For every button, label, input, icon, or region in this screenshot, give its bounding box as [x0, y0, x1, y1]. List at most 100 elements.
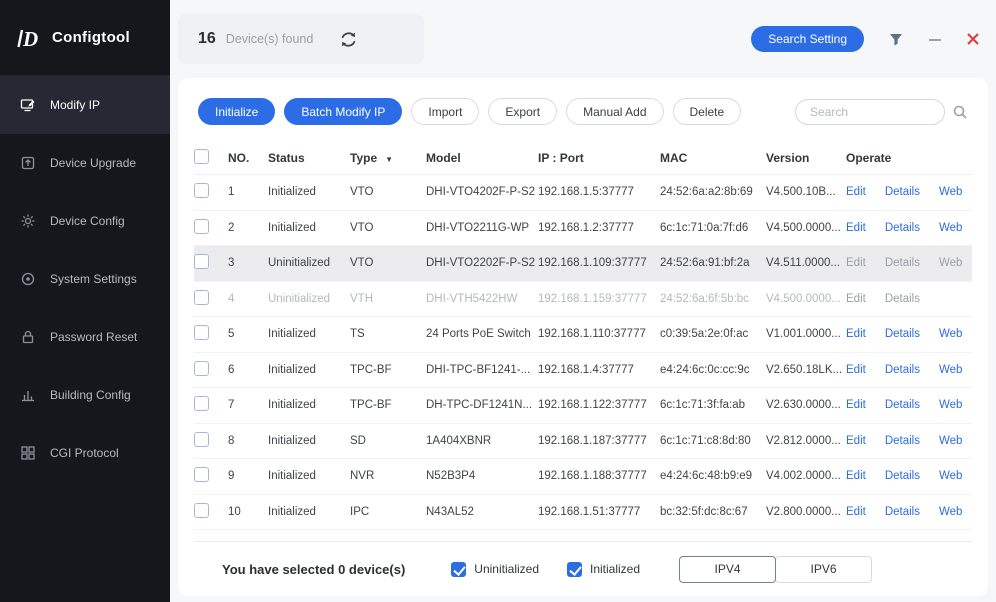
- row-no: 9: [228, 470, 235, 483]
- op-web-link[interactable]: Web: [939, 506, 962, 518]
- row-status: Initialized: [268, 221, 316, 234]
- uninitialized-label: Uninitialized: [474, 562, 539, 576]
- op-details-link[interactable]: Details: [885, 257, 920, 269]
- filter-button[interactable]: [888, 32, 904, 47]
- op-web-link[interactable]: Web: [939, 364, 962, 376]
- initialize-button[interactable]: Initialize: [198, 98, 276, 125]
- table-row: 5 Initialized TS 24 Ports PoE Switch 192…: [194, 317, 972, 353]
- op-edit-link[interactable]: Edit: [846, 257, 866, 269]
- row-operate: Edit Details Web: [846, 328, 972, 340]
- row-checkbox[interactable]: [194, 254, 209, 270]
- op-edit-link[interactable]: Edit: [846, 186, 866, 198]
- row-mac: e4:24:6c:0c:cc:9c: [660, 363, 750, 376]
- row-operate: Edit Details Web: [846, 399, 972, 411]
- row-checkbox[interactable]: [194, 218, 209, 234]
- row-status: Initialized: [268, 328, 316, 341]
- row-checkbox[interactable]: [194, 431, 209, 447]
- op-edit-link[interactable]: Edit: [846, 364, 866, 376]
- export-button[interactable]: Export: [488, 98, 558, 125]
- col-mac: MAC: [660, 150, 688, 165]
- op-web-link[interactable]: Web: [939, 328, 962, 340]
- table-row: 9 Initialized NVR N52B3P4 192.168.1.188:…: [194, 459, 972, 495]
- op-details-link[interactable]: Details: [885, 470, 920, 482]
- search-icon[interactable]: [952, 104, 968, 120]
- row-status: Initialized: [268, 434, 316, 447]
- table-row: 3 Uninitialized VTO DHI-VTO2202F-P-S2 19…: [194, 246, 972, 282]
- row-version: V2.650.18LK...: [766, 363, 843, 376]
- op-details-link[interactable]: Details: [885, 328, 920, 340]
- op-web-link[interactable]: Web: [939, 399, 962, 411]
- system-settings-icon: [21, 272, 35, 286]
- row-ip-port: 192.168.1.51:37777: [538, 505, 641, 518]
- row-checkbox[interactable]: [194, 502, 209, 518]
- op-details-link[interactable]: Details: [885, 435, 920, 447]
- search-input[interactable]: [795, 98, 945, 125]
- row-ip-port: 192.168.1.122:37777: [538, 399, 647, 412]
- table-row: 1 Initialized VTO DHI-VTO4202F-P-S2 192.…: [194, 175, 972, 211]
- row-checkbox[interactable]: [194, 467, 209, 483]
- row-checkbox[interactable]: [194, 325, 209, 341]
- op-edit-link[interactable]: Edit: [846, 328, 866, 340]
- chevron-down-icon[interactable]: ▼: [385, 155, 393, 164]
- row-checkbox[interactable]: [194, 289, 209, 305]
- cgi-protocol-icon: [21, 446, 35, 460]
- op-edit-link[interactable]: Edit: [846, 222, 866, 234]
- uninitialized-filter: Uninitialized: [451, 561, 539, 577]
- op-web-link[interactable]: Web: [939, 470, 962, 482]
- row-checkbox[interactable]: [194, 183, 209, 199]
- sidebar-item-password-reset[interactable]: Password Reset: [0, 308, 170, 366]
- row-version: V4.500.0000...: [766, 221, 841, 234]
- op-edit-link[interactable]: Edit: [846, 470, 866, 482]
- row-ip-port: 192.168.1.110:37777: [538, 328, 646, 341]
- initialized-checkbox[interactable]: [567, 561, 582, 577]
- sidebar-item-label: Password Reset: [50, 330, 138, 344]
- manual-add-button[interactable]: Manual Add: [566, 98, 664, 125]
- op-edit-link[interactable]: Edit: [846, 506, 866, 518]
- op-web-link[interactable]: Web: [939, 186, 962, 198]
- sidebar-item-system-settings[interactable]: System Settings: [0, 250, 170, 308]
- row-checkbox[interactable]: [194, 360, 209, 376]
- row-version: V2.812.0000...: [766, 434, 841, 447]
- sidebar-item-cgi-protocol[interactable]: CGI Protocol: [0, 424, 170, 482]
- op-details-link[interactable]: Details: [885, 364, 920, 376]
- select-all-checkbox[interactable]: [194, 148, 209, 164]
- app-window: D Configtool Modify IP Device Upgrade De…: [0, 0, 996, 602]
- op-details-link[interactable]: Details: [885, 506, 920, 518]
- op-edit-link[interactable]: Edit: [846, 435, 866, 447]
- op-web-link[interactable]: Web: [939, 257, 962, 269]
- ipv6-button[interactable]: IPV6: [775, 555, 872, 583]
- op-web-link[interactable]: Web: [939, 222, 962, 234]
- close-button[interactable]: [966, 32, 980, 46]
- sidebar-item-label: System Settings: [50, 272, 137, 286]
- delete-button[interactable]: Delete: [672, 98, 742, 125]
- sidebar-item-device-config[interactable]: Device Config: [0, 192, 170, 250]
- op-edit-link[interactable]: Edit: [846, 399, 866, 411]
- building-config-icon: [22, 391, 34, 402]
- uninitialized-checkbox[interactable]: [451, 561, 467, 577]
- main-area: 16 Device(s) found Search Setting Initia…: [170, 0, 996, 602]
- sidebar-item-device-upgrade[interactable]: Device Upgrade: [0, 134, 170, 192]
- row-checkbox[interactable]: [194, 396, 209, 412]
- op-edit-link[interactable]: Edit: [846, 293, 866, 305]
- op-details-link[interactable]: Details: [885, 293, 920, 305]
- import-button[interactable]: Import: [411, 98, 480, 125]
- minimize-button[interactable]: [928, 32, 942, 46]
- batch-modify-ip-button[interactable]: Batch Modify IP: [284, 98, 403, 125]
- device-count: 16: [198, 30, 216, 47]
- row-status: Uninitialized: [268, 292, 331, 305]
- op-web-link[interactable]: Web: [939, 435, 962, 447]
- refresh-button[interactable]: [339, 30, 358, 49]
- ipv4-button[interactable]: IPV4: [679, 555, 776, 583]
- row-operate: Edit Details Web: [846, 364, 972, 376]
- col-no: NO.: [228, 150, 250, 165]
- sidebar-item-label: Building Config: [50, 388, 131, 402]
- op-details-link[interactable]: Details: [885, 399, 920, 411]
- op-details-link[interactable]: Details: [885, 222, 920, 234]
- sidebar-item-building-config[interactable]: Building Config: [0, 366, 170, 424]
- sidebar-item-modify-ip[interactable]: Modify IP: [0, 76, 170, 134]
- row-status: Initialized: [268, 505, 316, 518]
- row-operate: Edit Details Web: [846, 186, 972, 198]
- search-setting-button[interactable]: Search Setting: [751, 26, 864, 52]
- op-details-link[interactable]: Details: [885, 186, 920, 198]
- row-no: 6: [228, 363, 235, 376]
